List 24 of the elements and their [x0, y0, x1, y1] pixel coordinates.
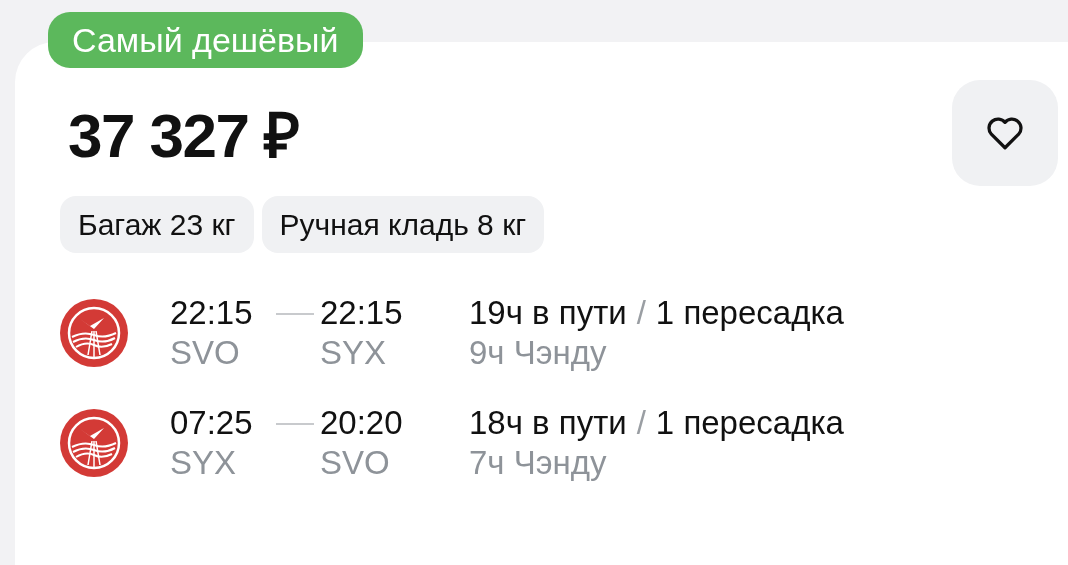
price: 37 327 ₽ [68, 105, 299, 167]
cheapest-badge: Самый дешёвый [48, 12, 363, 68]
arrival-time: 22:15 [320, 293, 404, 333]
flight-duration: 19ч в пути [469, 293, 627, 333]
baggage-tag: Багаж 23 кг [60, 196, 254, 253]
separator: / [636, 403, 646, 443]
departure-time: 07:25 [170, 403, 254, 443]
stops-count: 1 пересадка [655, 403, 844, 443]
airline-logo-icon [60, 409, 128, 477]
favorite-button[interactable] [952, 80, 1058, 186]
arrival-time: 20:20 [320, 403, 404, 443]
departure-airport: SVO [170, 333, 240, 373]
baggage-tag: Ручная кладь 8 кг [261, 196, 545, 253]
layover-info: 9ч Чэнду [469, 333, 607, 373]
airline-logo-icon [60, 299, 128, 367]
arrival-airport: SYX [320, 333, 387, 373]
separator: / [636, 293, 646, 333]
departure-time: 22:15 [170, 293, 254, 333]
arrival-airport: SVO [320, 443, 390, 483]
heart-icon [985, 115, 1025, 151]
layover-info: 7ч Чэнду [469, 443, 607, 483]
departure-airport: SYX [170, 443, 237, 483]
stops-count: 1 пересадка [655, 293, 844, 333]
flight-duration: 18ч в пути [469, 403, 627, 443]
